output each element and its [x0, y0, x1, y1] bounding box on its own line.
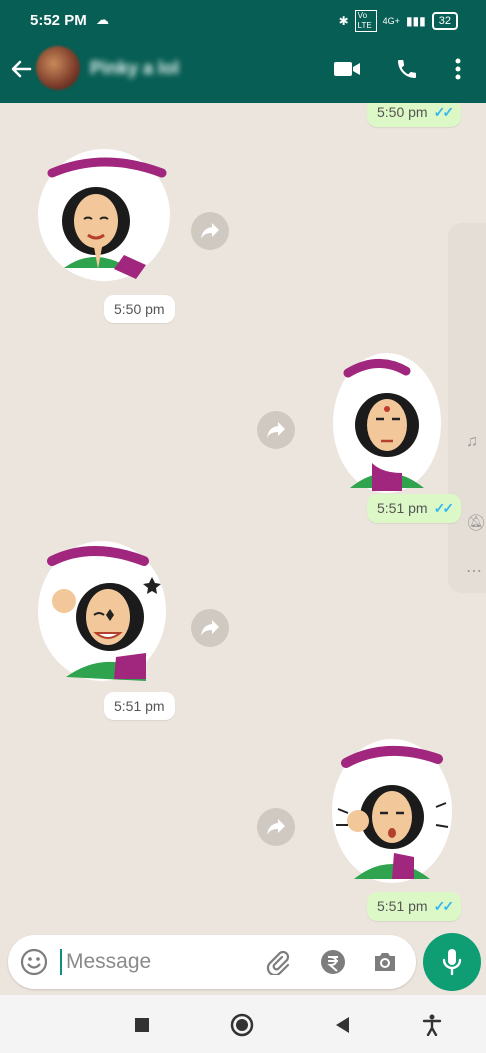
volte-badge: Vo LTE	[354, 10, 377, 32]
top-bar: 5:52 PM ☁ ✱ Vo LTE 4G+ ▮▮▮ 32 Pinky a lo…	[0, 0, 486, 103]
voice-call-icon[interactable]	[393, 56, 421, 82]
read-ticks-icon: ✓✓	[433, 898, 455, 914]
message-time: 5:51 pm	[104, 692, 175, 720]
accessibility-icon[interactable]	[420, 1013, 444, 1037]
sticker-message[interactable]	[330, 737, 454, 888]
mic-icon	[442, 949, 462, 976]
emoji-icon[interactable]	[20, 948, 48, 981]
home-icon[interactable]	[230, 1013, 254, 1037]
chat-header: Pinky a lol	[0, 42, 486, 102]
text-cursor	[60, 949, 62, 975]
dots-icon: ⋯	[466, 563, 482, 580]
more-icon[interactable]	[444, 56, 472, 82]
read-ticks-icon: ✓✓	[433, 104, 455, 120]
rupee-icon[interactable]	[318, 947, 348, 977]
bell-off-icon: 🔕︎	[466, 515, 486, 532]
message-input[interactable]: Message	[66, 950, 151, 974]
sticker-message[interactable]	[332, 343, 442, 498]
back-icon[interactable]	[330, 1013, 354, 1037]
music-off-icon: ♫	[466, 433, 478, 450]
contact-avatar[interactable]	[36, 46, 80, 90]
contact-name[interactable]: Pinky a lol	[90, 58, 179, 79]
status-bar: 5:52 PM ☁ ✱ Vo LTE 4G+ ▮▮▮ 32	[0, 0, 486, 40]
message-composer[interactable]: Message	[8, 935, 416, 989]
signal-icon: ▮▮▮	[405, 14, 426, 28]
status-icons: ✱ Vo LTE 4G+ ▮▮▮ 32	[339, 10, 458, 32]
camera-icon[interactable]	[370, 947, 400, 977]
bluetooth-icon: ✱	[338, 14, 349, 28]
message-time: 5:50 pm ✓✓	[367, 103, 462, 127]
back-arrow-icon[interactable]	[8, 56, 34, 82]
forward-button[interactable]	[257, 411, 295, 449]
sticker-message[interactable]	[34, 143, 174, 288]
read-ticks-icon: ✓✓	[433, 500, 455, 516]
message-time: 5:51 pm ✓✓	[367, 494, 462, 523]
time-label: 5:51 pm	[114, 698, 165, 714]
message-time: 5:51 pm ✓✓	[367, 892, 462, 921]
message-time: 5:50 pm	[104, 295, 175, 323]
battery-icon: 32	[431, 12, 458, 30]
recents-icon[interactable]	[130, 1013, 154, 1037]
network-label: 4G+	[382, 16, 400, 26]
video-call-icon[interactable]	[333, 56, 361, 82]
system-nav-bar	[0, 995, 486, 1053]
sticker-message[interactable]	[36, 537, 168, 687]
status-time: 5:52 PM	[30, 12, 87, 29]
attach-icon[interactable]	[262, 947, 292, 977]
forward-button[interactable]	[191, 609, 229, 647]
time-label: 5:51 pm	[377, 500, 428, 516]
forward-button[interactable]	[191, 212, 229, 250]
time-label: 5:51 pm	[377, 898, 428, 914]
forward-button[interactable]	[257, 808, 295, 846]
chat-area[interactable]: ♫ 🔕︎ ⋯ 5:50 pm ✓✓ 5:50 pm 5:51 pm ✓✓ 5:5…	[0, 103, 486, 933]
mic-button[interactable]	[423, 933, 481, 991]
side-panel	[448, 223, 486, 593]
cloud-icon: ☁	[96, 12, 109, 27]
time-label: 5:50 pm	[377, 104, 428, 120]
time-label: 5:50 pm	[114, 301, 165, 317]
